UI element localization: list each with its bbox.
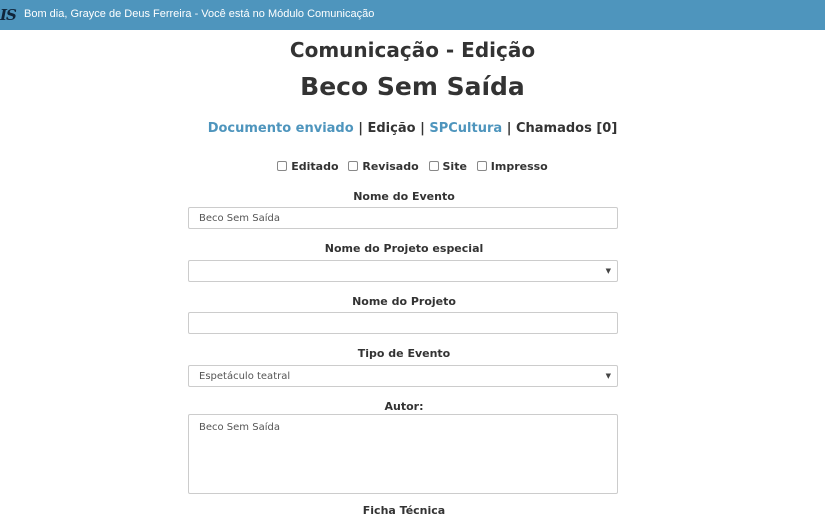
top-bar: IS Bom dia, Grayce de Deus Ferreira - Vo… [0,0,825,30]
checkbox-label: Revisado [362,160,419,173]
checkbox-box[interactable] [476,161,487,171]
checkbox-label: Impresso [490,160,548,173]
nome-projeto-input[interactable] [188,312,618,334]
input-value: Beco Sem Saída [199,213,280,224]
autor-label: Autor: [384,400,424,413]
module-title: Comunicação - Edição [289,38,536,62]
separator: | [420,121,425,136]
checkbox-editado[interactable]: Editado [277,160,339,173]
select-value: Espetáculo teatral [199,371,291,382]
projeto-especial-label: Nome do Projeto especial [324,242,484,255]
nome-projeto-label: Nome do Projeto [352,295,456,308]
checkbox-impresso[interactable]: Impresso [476,160,548,173]
checkbox-site[interactable]: Site [428,160,467,173]
checkbox-box[interactable] [348,161,359,171]
status-checkboxes: Editado Revisado Site Impresso [0,160,825,173]
nav-links: Documento enviado | Edição | SPCultura |… [0,121,825,136]
tipo-evento-select[interactable]: Espetáculo teatral ▼ [188,365,618,387]
chevron-down-icon: ▼ [605,267,611,275]
autor-textarea[interactable]: Beco Sem Saída [188,414,618,494]
link-spcultura[interactable]: SPCultura [429,121,502,136]
textarea-value: Beco Sem Saída [199,422,280,433]
checkbox-label: Editado [291,160,339,173]
greeting-text: Bom dia, Grayce de Deus Ferreira - Você … [24,8,375,20]
chevron-down-icon: ▼ [605,372,611,380]
projeto-especial-select[interactable]: ▼ [188,260,618,282]
checkbox-box[interactable] [428,161,439,171]
nome-evento-label: Nome do Evento [353,190,455,203]
link-chamados[interactable]: Chamados [0] [516,121,617,136]
tipo-evento-label: Tipo de Evento [357,347,451,360]
checkbox-box[interactable] [277,161,288,171]
checkbox-revisado[interactable]: Revisado [348,160,419,173]
separator: | [506,121,512,136]
ficha-tecnica-label: Ficha Técnica [362,504,446,517]
event-title: Beco Sem Saída [300,72,525,101]
link-documento-enviado[interactable]: Documento enviado [208,121,354,136]
nome-evento-input[interactable]: Beco Sem Saída [188,207,618,229]
app-logo[interactable]: IS [0,6,17,24]
separator: | [358,121,363,136]
link-edicao: Edição [367,121,416,136]
checkbox-label: Site [442,160,467,173]
